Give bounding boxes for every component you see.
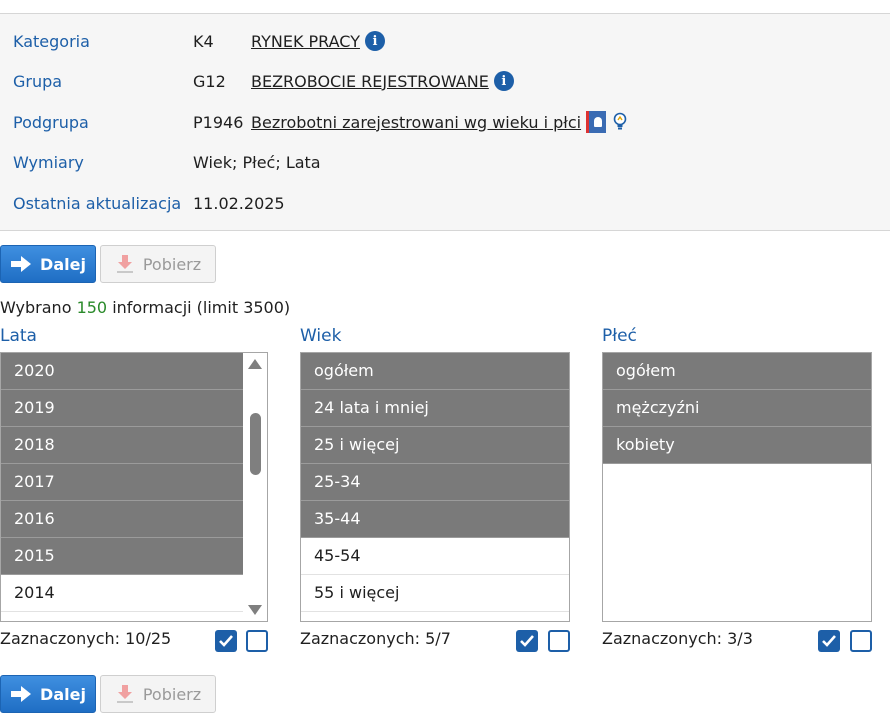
checkmark-icon	[219, 635, 233, 647]
list-item[interactable]: 25 i więcej	[301, 427, 569, 464]
list-item[interactable]: 45-54	[301, 538, 569, 575]
meta-value-group: BEZROBOCIE REJESTROWANE i	[251, 71, 514, 91]
download-icon	[116, 685, 133, 703]
column-title-age: Wiek	[300, 326, 342, 346]
arrow-right-icon	[11, 256, 32, 272]
list-item[interactable]: ogółem	[301, 353, 569, 390]
selection-suffix: informacji (limit 3500)	[107, 298, 291, 317]
listbox-years-items: 20202019201820172016201520142013	[1, 353, 245, 621]
select-all-checkbox[interactable]	[215, 630, 237, 652]
select-all-checkbox[interactable]	[516, 630, 538, 652]
listbox-age[interactable]: ogółem 24 lata i mniej 25 i więcej 25-34 35-…	[300, 352, 570, 622]
listbox-sex[interactable]: ogółem mężczyźni kobiety	[602, 352, 872, 622]
listbox-age-items: ogółem 24 lata i mniej 25 i więcej 25-34 35-…	[301, 353, 569, 612]
selection-prefix: Wybrano	[0, 298, 77, 317]
deselect-all-checkbox[interactable]	[548, 630, 570, 652]
meta-row-subgroup: Podgrupa P1946 Bezrobotni zarejestrowani…	[13, 110, 873, 134]
download-button-bottom[interactable]: Pobierz	[100, 675, 216, 713]
checkmark-icon	[822, 635, 836, 647]
meta-label-updated: Ostatnia aktualizacja	[13, 193, 182, 213]
list-item[interactable]: 35-44	[301, 501, 569, 538]
scroll-down-arrow-icon[interactable]	[248, 605, 262, 615]
list-item[interactable]: mężczyźni	[603, 390, 871, 427]
selection-summary: Wybrano 150 informacji (limit 3500)	[0, 298, 290, 320]
meta-code-subgroup: P1946	[193, 112, 244, 132]
listbox-years[interactable]: 20202019201820172016201520142013	[0, 352, 268, 622]
column-title-sex: Płeć	[602, 326, 637, 346]
download-icon	[116, 255, 133, 273]
scroll-up-arrow-icon[interactable]	[248, 359, 262, 369]
select-all-checkbox[interactable]	[818, 630, 840, 652]
lightbulb-icon[interactable]	[611, 111, 629, 133]
meta-row-updated: Ostatnia aktualizacja 11.02.2025	[13, 191, 873, 215]
arrow-right-icon	[11, 686, 32, 702]
meta-code-group: G12	[193, 71, 226, 91]
list-item[interactable]: 2016	[1, 501, 245, 538]
meta-label-dimensions: Wymiary	[13, 152, 84, 172]
list-item[interactable]: 25-34	[301, 464, 569, 501]
list-item[interactable]: ogółem	[603, 353, 871, 390]
list-item[interactable]: 55 i więcej	[301, 575, 569, 612]
meta-label-subgroup: Podgrupa	[13, 112, 89, 132]
list-item[interactable]: 2019	[1, 390, 245, 427]
meta-value-updated: 11.02.2025	[193, 193, 285, 213]
list-item[interactable]: 2020	[1, 353, 245, 390]
list-item[interactable]: 2015	[1, 538, 245, 575]
meta-row-category: Kategoria K4 RYNEK PRACY i	[13, 29, 873, 53]
checkmark-icon	[520, 635, 534, 647]
meta-row-dimensions: Wymiary Wiek; Płeć; Lata	[13, 150, 873, 174]
meta-code-category: K4	[193, 31, 214, 51]
metadata-panel: Kategoria K4 RYNEK PRACY i Grupa G12 BEZ…	[0, 13, 890, 231]
next-button-top[interactable]: Dalej	[0, 245, 96, 283]
counter-years: Zaznaczonych: 10/25	[0, 629, 172, 648]
subgroup-link[interactable]: Bezrobotni zarejestrowani wg wieku i płc…	[251, 113, 581, 132]
list-item[interactable]: 2017	[1, 464, 245, 501]
listbox-sex-items: ogółem mężczyźni kobiety	[603, 353, 871, 464]
download-button-label: Pobierz	[142, 684, 202, 704]
selection-count: 150	[76, 298, 108, 317]
meta-row-group: Grupa G12 BEZROBOCIE REJESTROWANE i	[13, 69, 873, 93]
deselect-all-checkbox[interactable]	[850, 630, 872, 652]
meta-value-subgroup: Bezrobotni zarejestrowani wg wieku i płc…	[251, 111, 629, 133]
download-button-top[interactable]: Pobierz	[100, 245, 216, 283]
list-item[interactable]: 2013	[1, 612, 245, 621]
info-icon[interactable]: i	[493, 71, 514, 91]
meta-label-group: Grupa	[13, 71, 63, 91]
next-button-label: Dalej	[40, 254, 86, 274]
group-link[interactable]: BEZROBOCIE REJESTROWANE	[251, 72, 489, 91]
deselect-all-checkbox[interactable]	[246, 630, 268, 652]
download-button-label: Pobierz	[142, 254, 202, 274]
next-button-bottom[interactable]: Dalej	[0, 675, 96, 713]
meta-value-category: RYNEK PRACY i	[251, 31, 385, 51]
meta-label-category: Kategoria	[13, 31, 90, 51]
list-item[interactable]: 2018	[1, 427, 245, 464]
scrollbar[interactable]	[243, 353, 267, 621]
meta-value-dimensions: Wiek; Płeć; Lata	[193, 152, 321, 172]
counter-age: Zaznaczonych: 5/7	[300, 629, 451, 648]
scroll-thumb[interactable]	[250, 413, 261, 475]
column-title-years: Lata	[0, 326, 37, 346]
list-item[interactable]: kobiety	[603, 427, 871, 464]
contact-card-icon[interactable]	[586, 111, 607, 133]
list-item[interactable]: 24 lata i mniej	[301, 390, 569, 427]
list-item[interactable]: 2014	[1, 575, 245, 612]
next-button-label: Dalej	[40, 684, 86, 704]
info-icon[interactable]: i	[364, 31, 385, 51]
category-link[interactable]: RYNEK PRACY	[251, 32, 360, 51]
counter-sex: Zaznaczonych: 3/3	[602, 629, 753, 648]
